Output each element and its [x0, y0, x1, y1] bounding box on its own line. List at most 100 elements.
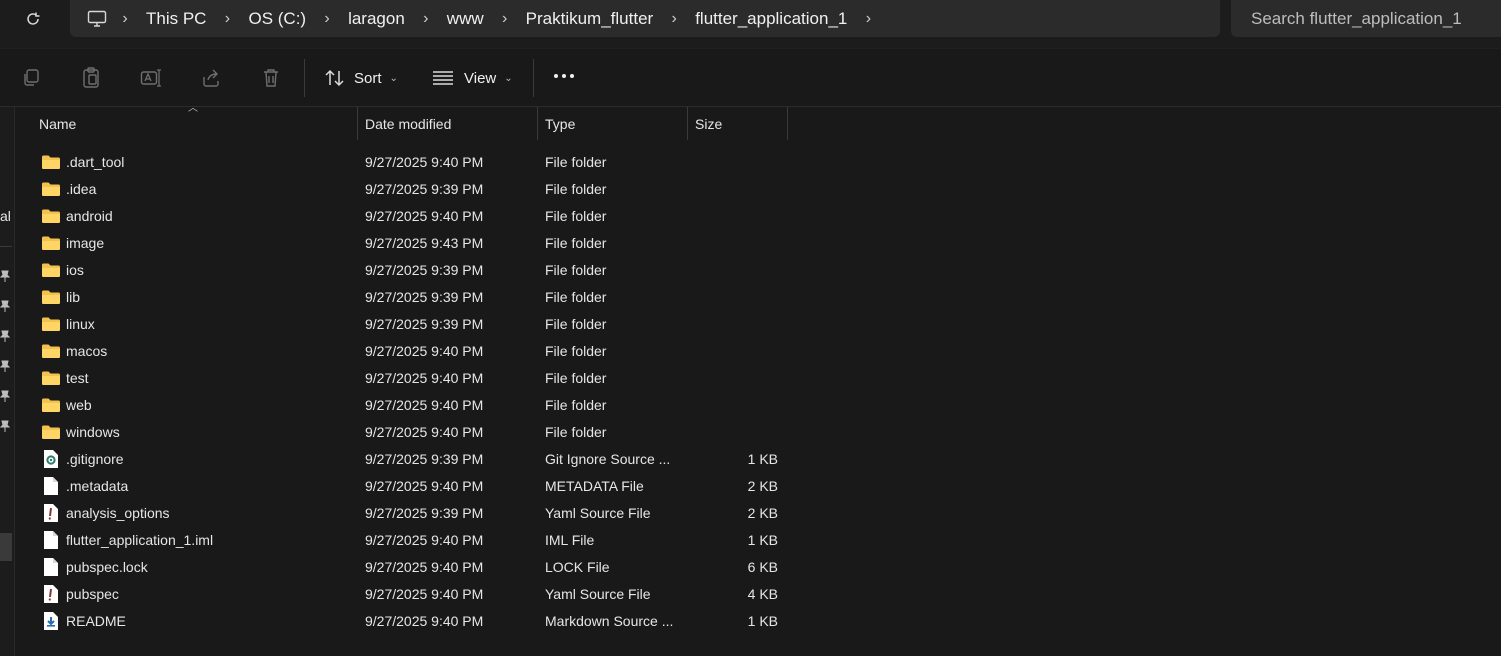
file-date-modified: 9/27/2025 9:43 PM: [365, 234, 484, 251]
monitor-icon[interactable]: [86, 9, 108, 29]
column-header-size[interactable]: Size: [695, 107, 722, 141]
breadcrumb-flutter-application-1[interactable]: flutter_application_1: [691, 9, 851, 29]
file-row[interactable]: .dart_tool 9/27/2025 9:40 PM File folder: [14, 148, 794, 175]
file-row[interactable]: linux 9/27/2025 9:39 PM File folder: [14, 310, 794, 337]
file-name[interactable]: web: [66, 391, 92, 418]
pin-icon[interactable]: [0, 360, 10, 372]
command-bar: Sort ⌄ View ⌄: [0, 49, 1501, 107]
file-date-modified: 9/27/2025 9:40 PM: [365, 531, 484, 548]
file-name[interactable]: analysis_options: [66, 499, 170, 526]
chevron-right-icon[interactable]: ›: [488, 10, 522, 28]
file-row[interactable]: web 9/27/2025 9:40 PM File folder: [14, 391, 794, 418]
file-name[interactable]: flutter_application_1.iml: [66, 526, 213, 553]
folder-icon: [41, 175, 61, 202]
breadcrumb-this-pc[interactable]: This PC: [142, 9, 210, 29]
view-button[interactable]: View ⌄: [432, 63, 513, 93]
file-name[interactable]: android: [66, 202, 113, 229]
copy-icon[interactable]: [20, 67, 42, 89]
column-divider[interactable]: [357, 107, 358, 140]
file-date-modified: 9/27/2025 9:40 PM: [365, 558, 484, 575]
column-header-name[interactable]: Name: [39, 107, 76, 141]
file-name[interactable]: pubspec: [66, 580, 119, 607]
column-divider[interactable]: [537, 107, 538, 140]
nav-item-partial-label[interactable]: al: [0, 208, 11, 224]
folder-icon: [41, 391, 61, 418]
pin-icon[interactable]: [0, 330, 10, 342]
column-header-date[interactable]: Date modified: [365, 107, 451, 141]
file-size: [694, 391, 778, 418]
column-divider[interactable]: [787, 107, 788, 140]
file-date-modified: 9/27/2025 9:40 PM: [365, 342, 484, 359]
folder-icon: [41, 283, 61, 310]
breadcrumb-os-c[interactable]: OS (C:): [244, 9, 310, 29]
file-name[interactable]: macos: [66, 337, 107, 364]
address-bar[interactable]: › This PC › OS (C:) › laragon › www › Pr…: [70, 0, 1220, 37]
navigation-pane[interactable]: [0, 107, 15, 656]
file-date-modified: 9/27/2025 9:39 PM: [365, 261, 484, 278]
delete-icon[interactable]: [260, 67, 282, 89]
file-name[interactable]: ios: [66, 256, 84, 283]
file-row[interactable]: image 9/27/2025 9:43 PM File folder: [14, 229, 794, 256]
file-row[interactable]: macos 9/27/2025 9:40 PM File folder: [14, 337, 794, 364]
view-label: View: [464, 69, 497, 87]
file-size: 6 KB: [747, 558, 778, 575]
file-row[interactable]: flutter_application_1.iml 9/27/2025 9:40 …: [14, 526, 794, 553]
folder-icon: [41, 202, 61, 229]
pin-icon[interactable]: [0, 420, 10, 432]
paste-icon[interactable]: [80, 67, 102, 89]
pin-icon[interactable]: [0, 300, 10, 312]
file-name[interactable]: linux: [66, 310, 95, 337]
file-row[interactable]: .idea 9/27/2025 9:39 PM File folder: [14, 175, 794, 202]
pin-icon[interactable]: [0, 390, 10, 402]
refresh-icon[interactable]: [18, 7, 48, 31]
file-name[interactable]: pubspec.lock: [66, 553, 148, 580]
file-name[interactable]: image: [66, 229, 104, 256]
share-icon[interactable]: [200, 67, 222, 89]
file-row[interactable]: analysis_options 9/27/2025 9:39 PM Yaml So…: [14, 499, 794, 526]
file-name[interactable]: windows: [66, 418, 120, 445]
chevron-right-icon[interactable]: ›: [657, 10, 691, 28]
file-name[interactable]: .gitignore: [66, 445, 124, 472]
chevron-right-icon[interactable]: ›: [851, 10, 885, 28]
nav-divider: [0, 246, 12, 247]
file-row[interactable]: lib 9/27/2025 9:39 PM File folder: [14, 283, 794, 310]
breadcrumb-praktikum-flutter[interactable]: Praktikum_flutter: [522, 9, 658, 29]
file-row[interactable]: ios 9/27/2025 9:39 PM File folder: [14, 256, 794, 283]
file-size: [694, 256, 778, 283]
file-row[interactable]: test 9/27/2025 9:40 PM File folder: [14, 364, 794, 391]
file-row[interactable]: pubspec.lock 9/27/2025 9:40 PM LOCK File 6 …: [14, 553, 794, 580]
file-icon: [41, 553, 61, 580]
file-name[interactable]: .idea: [66, 175, 96, 202]
file-type: Git Ignore Source ...: [545, 450, 671, 467]
column-divider[interactable]: [687, 107, 688, 140]
file-row[interactable]: .metadata 9/27/2025 9:40 PM METADATA File 2…: [14, 472, 794, 499]
breadcrumb-www[interactable]: www: [443, 9, 488, 29]
sort-label: Sort: [354, 69, 382, 87]
file-name[interactable]: README: [66, 607, 126, 634]
search-box[interactable]: [1231, 0, 1501, 37]
file-row[interactable]: android 9/27/2025 9:40 PM File folder: [14, 202, 794, 229]
search-input[interactable]: [1249, 7, 1493, 30]
chevron-right-icon[interactable]: ›: [210, 10, 244, 28]
chevron-right-icon[interactable]: ›: [409, 10, 443, 28]
chevron-right-icon[interactable]: ›: [108, 10, 142, 28]
file-name[interactable]: .metadata: [66, 472, 128, 499]
file-row[interactable]: README 9/27/2025 9:40 PM Markdown Source .…: [14, 607, 794, 634]
file-row[interactable]: pubspec 9/27/2025 9:40 PM Yaml Source File…: [14, 580, 794, 607]
file-name[interactable]: .dart_tool: [66, 148, 124, 175]
file-type: File folder: [545, 153, 607, 170]
view-list-icon: [433, 71, 453, 85]
file-size: 1 KB: [747, 450, 778, 467]
nav-selected-item[interactable]: [0, 533, 12, 561]
file-name[interactable]: test: [66, 364, 89, 391]
file-row[interactable]: windows 9/27/2025 9:40 PM File folder: [14, 418, 794, 445]
pin-icon[interactable]: [0, 270, 10, 282]
file-name[interactable]: lib: [66, 283, 80, 310]
column-header-type[interactable]: Type: [545, 107, 575, 141]
chevron-right-icon[interactable]: ›: [310, 10, 344, 28]
rename-icon[interactable]: [140, 67, 162, 89]
see-more-button[interactable]: [553, 61, 575, 91]
file-row[interactable]: .gitignore 9/27/2025 9:39 PM Git Ignore So…: [14, 445, 794, 472]
breadcrumb-laragon[interactable]: laragon: [344, 9, 409, 29]
sort-button[interactable]: Sort ⌄: [324, 63, 398, 93]
